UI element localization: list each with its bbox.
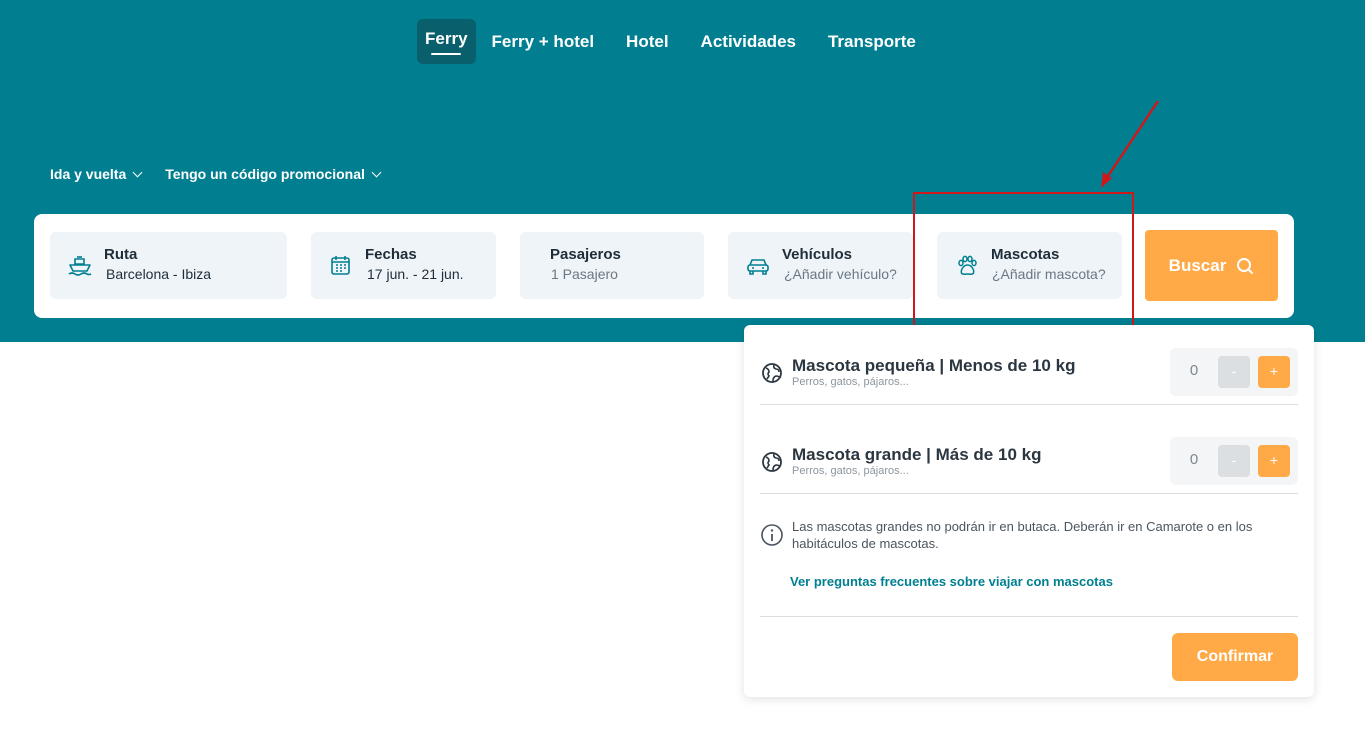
chevron-down-icon [132,167,143,177]
pets-panel: Mascota pequeña | Menos de 10 kg Perros,… [744,325,1314,697]
chevron-down-icon [371,167,382,177]
globe-pet-icon [762,452,782,472]
large-pet-minus-button[interactable]: - [1218,445,1250,477]
top-nav: Ferry Ferry + hotel Hotel Actividades Tr… [417,19,932,64]
large-pet-row: Mascota grande | Más de 10 kg Perros, ga… [760,414,1298,494]
large-pet-plus-button[interactable]: + [1258,445,1290,477]
small-pet-minus-button[interactable]: - [1218,356,1250,388]
large-pet-title: Mascota grande | Más de 10 kg [792,445,1042,464]
tab-transporte[interactable]: Transporte [812,19,932,64]
promo-code-label: Tengo un código promocional [165,166,365,182]
calendar-icon [331,256,350,275]
passengers-field[interactable]: Pasajeros 1 Pasajero [520,232,704,299]
tab-actividades[interactable]: Actividades [685,19,812,64]
search-bar: Ruta Barcelona - Ibiza Fechas 17 jun. - … [34,214,1294,318]
paw-icon [958,255,977,275]
route-value: Barcelona - Ibiza [106,266,212,282]
search-button[interactable]: Buscar [1145,230,1278,301]
globe-pet-icon [762,363,782,383]
small-pet-title: Mascota pequeña | Menos de 10 kg [792,356,1076,375]
car-icon [747,259,769,275]
pets-label: Mascotas [991,246,1060,263]
search-button-label: Buscar [1168,255,1227,275]
active-tab-underline [431,52,462,55]
small-pet-count: 0 [1189,362,1199,379]
route-label: Ruta [104,246,138,263]
trip-type-label: Ida y vuelta [50,166,127,182]
tab-hotel[interactable]: Hotel [610,19,685,64]
small-pet-row: Mascota pequeña | Menos de 10 kg Perros,… [760,325,1298,405]
vehicles-value: ¿Añadir vehículo? [784,266,897,282]
trip-type-dropdown[interactable]: Ida y vuelta [50,166,143,182]
small-pet-stepper: 0 - + [1170,348,1298,396]
passengers-label: Pasajeros [550,246,621,263]
divider [760,616,1298,617]
tab-ferry[interactable]: Ferry [417,19,476,64]
dates-field[interactable]: Fechas 17 jun. - 21 jun. [311,232,496,299]
passengers-value: 1 Pasajero [551,266,618,282]
ferry-icon [68,256,92,276]
pets-faq-link[interactable]: Ver preguntas frecuentes sobre viajar co… [790,574,1113,589]
promo-code-dropdown[interactable]: Tengo un código promocional [165,166,382,182]
pets-info-text: Las mascotas grandes no podrán ir en but… [792,519,1253,551]
confirm-button[interactable]: Confirmar [1172,633,1298,681]
large-pet-count: 0 [1189,451,1199,468]
route-field[interactable]: Ruta Barcelona - Ibiza [50,232,287,299]
pets-field[interactable]: Mascotas ¿Añadir mascota? [937,232,1122,299]
large-pet-subtitle: Perros, gatos, pájaros... [792,465,909,477]
search-icon [1237,257,1254,274]
large-pet-stepper: 0 - + [1170,437,1298,485]
dates-label: Fechas [365,246,417,263]
vehicles-field[interactable]: Vehículos ¿Añadir vehículo? [728,232,913,299]
dates-value: 17 jun. - 21 jun. [367,266,464,282]
vehicles-label: Vehículos [782,246,853,263]
small-pet-subtitle: Perros, gatos, pájaros... [792,376,909,388]
tab-ferry-hotel[interactable]: Ferry + hotel [476,19,611,64]
trip-options: Ida y vuelta Tengo un código promocional [50,166,382,182]
small-pet-plus-button[interactable]: + [1258,356,1290,388]
info-icon [761,524,783,546]
tab-ferry-label: Ferry [425,28,468,48]
pets-value: ¿Añadir mascota? [992,266,1106,282]
